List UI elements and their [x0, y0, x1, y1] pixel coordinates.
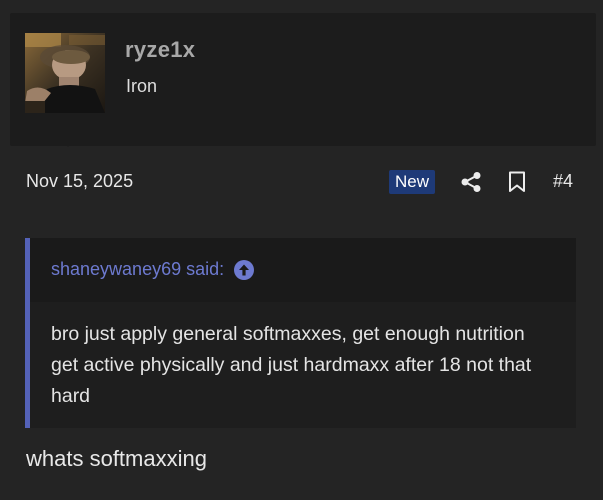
- arrow-up-circle-icon[interactable]: [234, 259, 255, 280]
- quote-block: shaneywaney69 said: bro just apply gener…: [25, 238, 576, 428]
- quote-text: bro just apply general softmaxxes, get e…: [51, 323, 532, 407]
- post-date[interactable]: Nov 15, 2025: [26, 171, 133, 192]
- quote-header: shaneywaney69 said:: [30, 238, 576, 302]
- user-card: ryze1x Iron: [10, 13, 596, 146]
- quote-author-link[interactable]: shaneywaney69 said:: [51, 259, 255, 280]
- forum-post: ryze1x Iron Nov 15, 2025 New #4 shaneywa…: [0, 0, 603, 500]
- quote-author-label[interactable]: shaneywaney69 said:: [51, 259, 224, 280]
- user-card-pointer: [52, 131, 84, 147]
- post-number[interactable]: #4: [553, 171, 573, 192]
- avatar[interactable]: [25, 33, 105, 113]
- new-badge: New: [389, 170, 436, 194]
- share-icon[interactable]: [460, 171, 482, 193]
- user-title: Iron: [126, 76, 158, 96]
- post-body: whats softmaxxing: [26, 446, 207, 471]
- bookmark-icon[interactable]: [507, 171, 527, 193]
- username[interactable]: ryze1x: [125, 37, 195, 63]
